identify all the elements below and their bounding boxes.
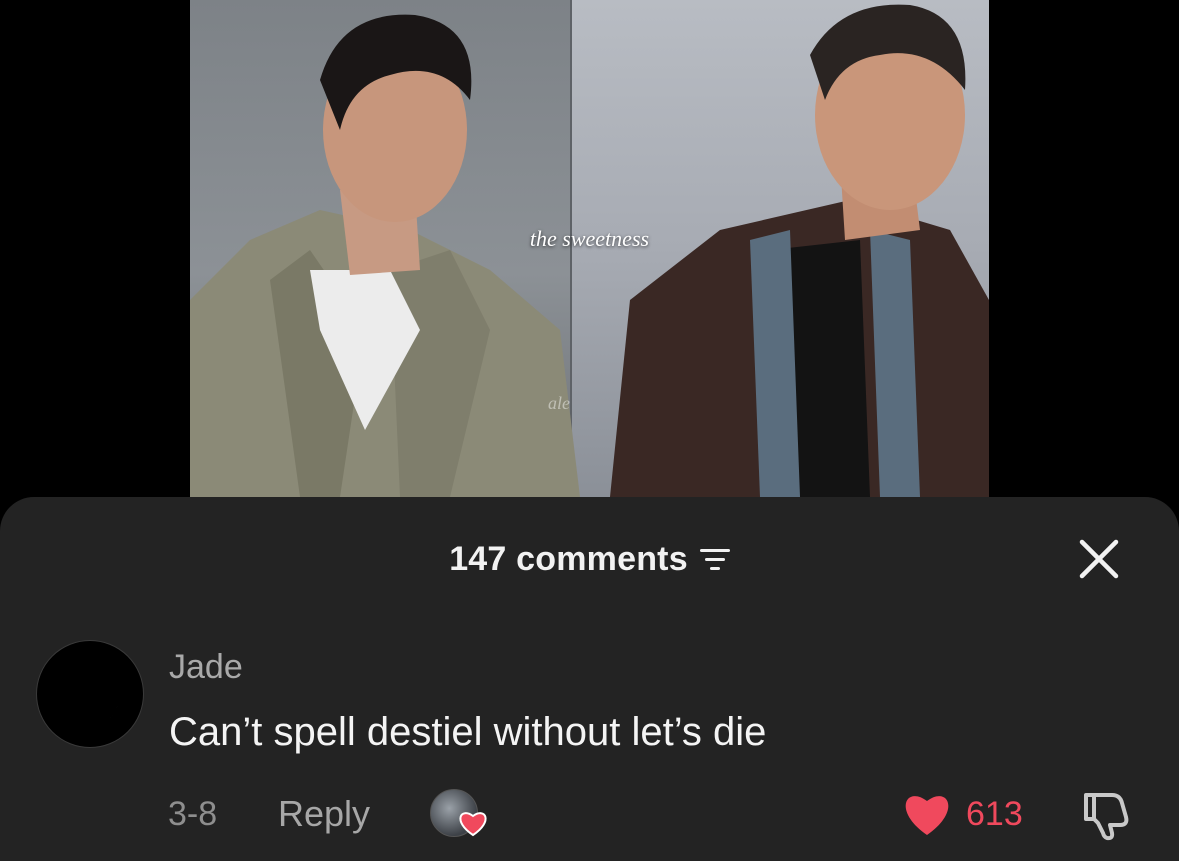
crescent-moon-icon — [77, 683, 119, 725]
comment-date: 3-8 — [168, 795, 218, 833]
video-watermark: ale — [548, 393, 570, 413]
comment-author[interactable]: Jade — [169, 648, 243, 687]
comments-count-button[interactable]: 147 comments — [449, 540, 730, 579]
video-player[interactable]: the sweetness ale — [190, 0, 989, 497]
comments-header: 147 comments — [0, 537, 1179, 581]
commenter-avatar[interactable] — [36, 640, 144, 748]
comments-sheet: 147 comments Jade Can’t spell destiel wi… — [0, 497, 1179, 861]
heart-icon[interactable] — [902, 791, 952, 837]
sort-filter-icon[interactable] — [699, 546, 730, 572]
creator-liked-heart-icon — [459, 812, 487, 837]
close-icon[interactable] — [1077, 537, 1121, 581]
thumbs-down-icon[interactable] — [1078, 789, 1134, 841]
comment-text: Can’t spell destiel without let’s die — [169, 710, 767, 754]
reply-button[interactable]: Reply — [278, 793, 370, 835]
like-count: 613 — [966, 795, 1023, 833]
comments-count-label: 147 comments — [449, 539, 688, 578]
video-caption: the sweetness — [529, 226, 650, 251]
comment-actions: 3-8 Reply 613 — [0, 789, 1179, 845]
